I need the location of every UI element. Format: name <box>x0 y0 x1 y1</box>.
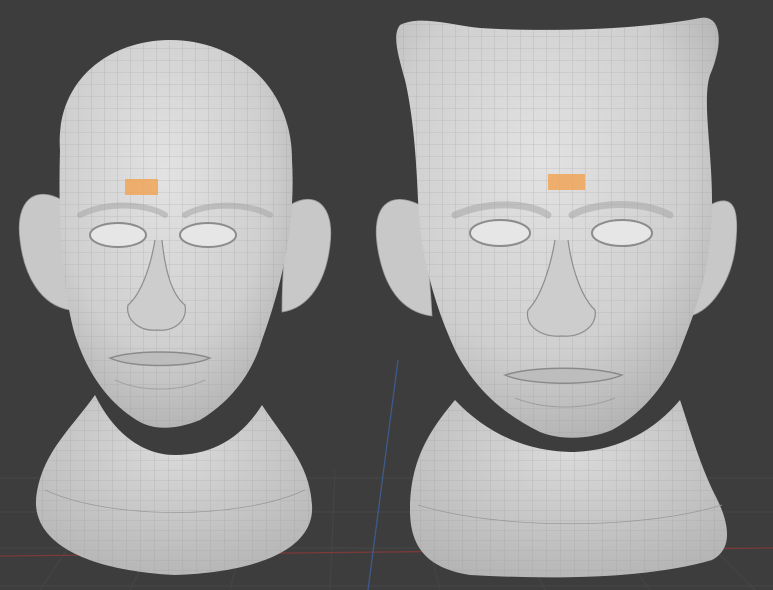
head-mesh-original[interactable] <box>0 0 340 575</box>
selected-face-right[interactable] <box>548 174 585 190</box>
selected-face-left[interactable] <box>125 179 158 195</box>
eye-right-of-right-head <box>591 219 653 247</box>
eye-left-of-left-head <box>89 222 147 248</box>
3d-viewport[interactable] <box>0 0 773 590</box>
eye-left-of-right-head <box>469 219 531 247</box>
y-axis-line <box>367 359 399 590</box>
eye-right-of-left-head <box>179 222 237 248</box>
head-mesh-deformed[interactable] <box>375 0 740 578</box>
